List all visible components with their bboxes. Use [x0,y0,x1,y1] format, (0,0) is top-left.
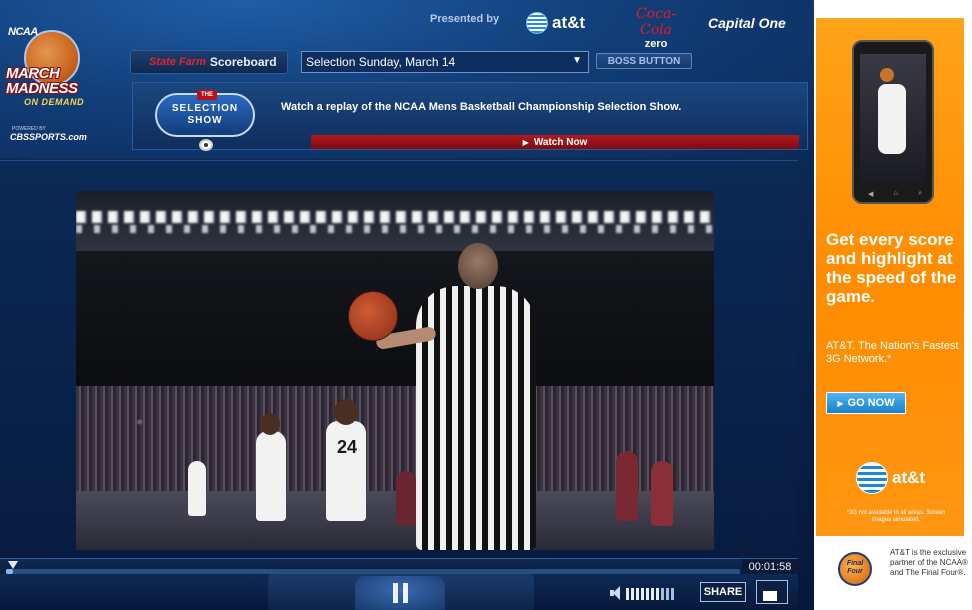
volume-bar[interactable] [651,588,654,600]
att-ad-brand: at&t [892,468,926,487]
partner-text: AT&T is the exclusive partner of the NCA… [890,548,968,577]
volume-bar[interactable] [636,588,639,600]
player-white-2 [256,431,286,521]
logo-on-demand: ON DEMAND [24,97,84,107]
player-red-1 [616,451,638,521]
logo-ncaa: NCAA [8,26,38,38]
volume-control[interactable] [610,582,674,600]
ad-fine-print: *3G not available in all areas. Screen i… [846,510,946,523]
player-red-3 [396,471,416,526]
logo-madness: MADNESS [6,80,78,97]
ad-headline: Get every score and highlight at the spe… [826,230,957,306]
partner-notice: Final Four AT&T is the exclusive partner… [822,544,968,600]
att-ad-logo: at&t [856,462,925,494]
cbs-eye-icon [199,139,213,151]
app-window: NCAA MARCH MADNESS ON DEMAND POWERED BY … [0,0,972,610]
arena-lights [76,211,714,223]
go-now-label: GO NOW [847,397,895,409]
ad-column: ◀ ⌂ ⌕ Get every score and highlight at the… [814,0,972,610]
player-white-24 [326,421,366,521]
pause-button[interactable] [355,576,445,610]
arena-lights-lower [76,225,714,233]
event-select-value: Selection Sunday, March 14 [306,55,456,69]
sponsors-bar: Presented by at&t Coca-Cola zero Capital… [428,6,808,50]
watch-now-label: Watch Now [533,136,588,148]
play-triangle-icon: ▶ [837,398,844,408]
referee [416,286,536,550]
chevron-down-icon: ▼ [572,55,582,66]
volume-bar[interactable] [631,588,634,600]
volume-bar[interactable] [671,588,674,600]
final-four-logo-text: Final Four [846,560,864,575]
speaker-icon [610,586,620,600]
go-now-button[interactable]: ▶ GO NOW [826,392,906,414]
scoreboard-tab[interactable]: State Farm Scoreboard [130,50,288,74]
cbs-sports-logo[interactable]: CBSSPORTS.com [10,132,87,142]
scoreboard-label: Scoreboard [209,55,277,69]
att-globe-icon [856,462,888,494]
volume-bar[interactable] [626,588,629,600]
phone-buttons: ◀ ⌂ ⌕ [868,190,922,198]
player-controls: SHARE [0,574,798,610]
player-red-2 [651,461,673,526]
video-stage: 24 [0,160,798,558]
presented-by-label: Presented by [430,13,500,25]
coke-zero-sponsor-logo[interactable]: Coca-Cola zero [624,6,688,50]
player-head-1 [334,399,358,425]
ad-subhead: AT&T. The Nation's Fastest 3G Network.* [826,340,959,365]
selection-show-logo: THE SELECTION SHOW [155,90,255,151]
capital-one-sponsor-logo[interactable]: Capital One [708,15,786,31]
watch-now-button[interactable]: ▶ Watch Now [311,135,799,149]
volume-bar[interactable] [646,588,649,600]
basketball [348,291,398,341]
selection-show-the: THE [197,90,217,100]
volume-bar[interactable] [661,588,664,600]
att-ad-banner[interactable]: ◀ ⌂ ⌕ Get every score and highlight at the… [816,18,964,536]
volume-bar[interactable] [666,588,669,600]
pause-icon [392,583,408,603]
fullscreen-button[interactable] [756,580,788,604]
selection-show-promo: THE SELECTION SHOW Watch a replay of the… [132,82,808,151]
player-white-3 [188,461,206,516]
state-farm-brand: State Farm [149,56,206,68]
fullscreen-icon [763,591,777,601]
volume-bar[interactable] [656,588,659,600]
play-triangle-icon: ▶ [522,137,529,147]
selection-show-line1: SELECTION [171,103,239,114]
coke-text: Coca-Cola [635,6,677,38]
smartphone-image: ◀ ⌂ ⌕ [852,40,934,204]
volume-bar[interactable] [641,588,644,600]
share-button[interactable]: SHARE [700,582,746,602]
elapsed-time: 00:01:58 [742,559,798,575]
att-sponsor-logo[interactable]: at&t [526,10,598,36]
selection-show-line2: SHOW [187,115,223,126]
scoreboard-bar: State Farm Scoreboard Selection Sunday, … [130,48,712,76]
timeline-bar: 00:01:58 [0,558,798,575]
player-head-2 [260,413,280,435]
phone-screen [860,54,926,184]
logo-march: MARCH [6,65,60,82]
header: NCAA MARCH MADNESS ON DEMAND POWERED BY … [0,0,812,158]
jersey-number: 24 [336,437,358,457]
march-madness-logo[interactable]: NCAA MARCH MADNESS ON DEMAND POWERED BY … [4,22,122,142]
boss-button[interactable]: BOSS BUTTON [596,53,692,69]
att-sponsor-text: at&t [552,13,586,32]
video-player[interactable]: 24 [76,191,714,550]
promo-text: Watch a replay of the NCAA Mens Basketba… [281,101,682,113]
att-globe-icon [526,12,548,34]
scrub-handle[interactable] [8,561,18,569]
event-select[interactable]: Selection Sunday, March 14 ▼ [301,51,589,73]
referee-head [458,243,498,289]
